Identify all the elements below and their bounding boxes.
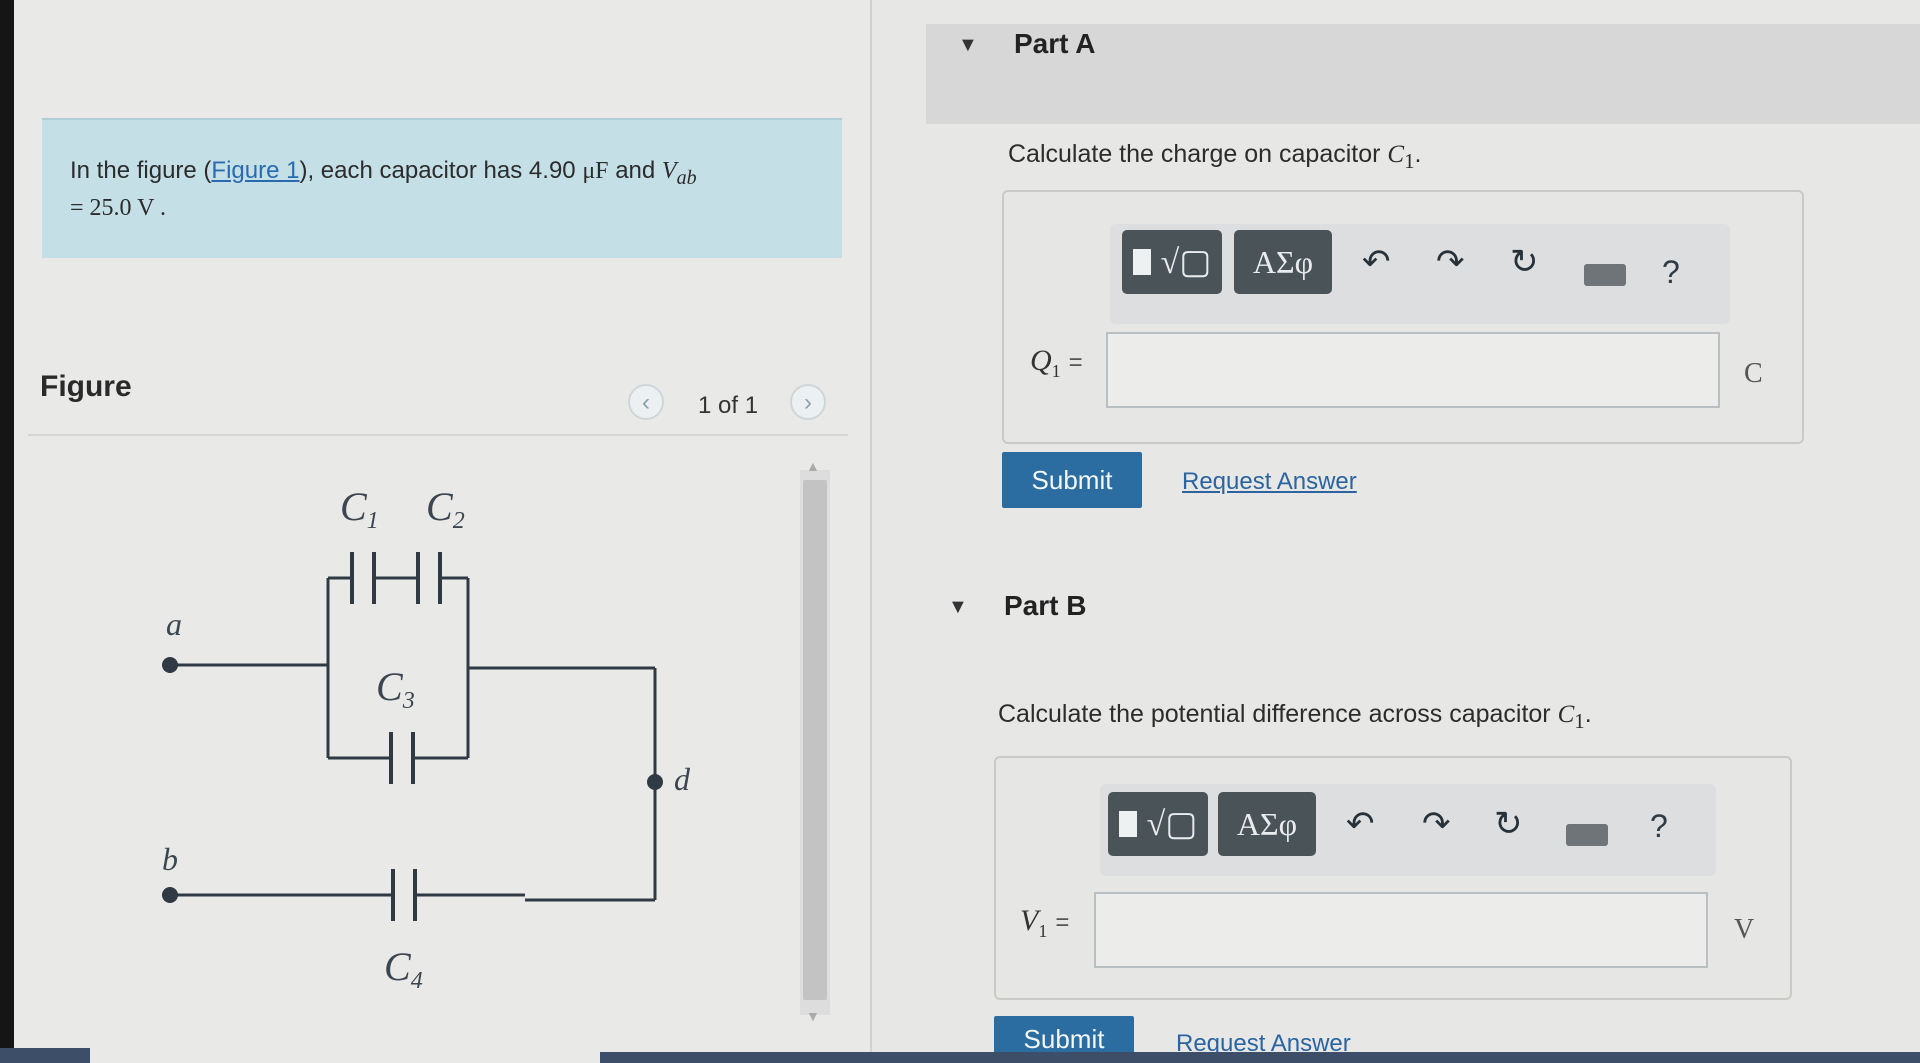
undo-icon[interactable]: ↶ <box>1362 242 1391 282</box>
block-icon <box>1132 249 1151 275</box>
undo-icon[interactable]: ↶ <box>1346 804 1375 844</box>
terminal-d <box>647 774 663 790</box>
terminal-a <box>162 657 178 673</box>
capacitor-plates <box>350 552 442 921</box>
chevron-left-icon: ‹ <box>642 389 650 416</box>
window-edge <box>0 0 14 1063</box>
redo-icon[interactable]: ↷ <box>1422 804 1451 844</box>
label-c2: C2 <box>426 484 465 534</box>
part-a-submit-button[interactable]: Submit <box>1002 452 1142 508</box>
figure-link[interactable]: Figure 1 <box>211 157 299 184</box>
block-icon <box>1118 811 1137 837</box>
keyboard-icon[interactable] <box>1566 824 1608 846</box>
part-a-variable-label: Q1 = <box>1030 344 1083 381</box>
figure-divider <box>28 434 848 436</box>
part-a-request-answer-link[interactable]: Request Answer <box>1182 468 1357 496</box>
greek-symbols-button[interactable]: ΑΣφ <box>1234 230 1332 294</box>
radical-icon: √▢ <box>1160 244 1212 281</box>
figure-scroll-thumb[interactable] <box>803 480 827 1000</box>
figure-prev-button[interactable]: ‹ <box>628 384 664 420</box>
templates-button[interactable]: √▢ <box>1108 792 1208 856</box>
part-b-title[interactable]: Part B <box>1004 590 1086 622</box>
problem-text-middle: ), each capacitor has 4.90 <box>299 157 583 184</box>
part-b-question: Calculate the potential difference acros… <box>998 700 1592 733</box>
label-c4: C4 <box>384 944 423 994</box>
label-d: d <box>674 761 690 797</box>
part-a-title[interactable]: Part A <box>1014 28 1095 60</box>
redo-icon[interactable]: ↷ <box>1436 242 1465 282</box>
part-a-answer-input[interactable] <box>1106 332 1720 408</box>
greek-symbols-button[interactable]: ΑΣφ <box>1218 792 1316 856</box>
voltage-value: = 25.0 V . <box>70 194 166 221</box>
taskbar <box>600 1052 1920 1063</box>
part-b-answer-input[interactable] <box>1094 892 1708 968</box>
reset-icon[interactable]: ↻ <box>1494 804 1523 844</box>
chevron-right-icon: › <box>804 389 812 416</box>
caret-down-icon[interactable]: ▼ <box>958 34 978 57</box>
label-b: b <box>162 841 178 877</box>
keyboard-icon[interactable] <box>1584 264 1626 286</box>
help-icon[interactable]: ? <box>1662 254 1680 291</box>
problem-statement: In the figure (Figure 1), each capacitor… <box>42 118 842 258</box>
radical-icon: √▢ <box>1146 806 1198 843</box>
part-a-question: Calculate the charge on capacitor C1. <box>1008 140 1422 173</box>
part-a-unit: C <box>1744 358 1763 389</box>
taskbar-left <box>0 1048 90 1063</box>
reset-icon[interactable]: ↻ <box>1510 242 1539 282</box>
terminal-b <box>162 887 178 903</box>
figure-next-button[interactable]: › <box>790 384 826 420</box>
problem-text-start: In the figure ( <box>70 157 212 184</box>
capacitance-unit: μF <box>582 158 609 184</box>
voltage-symbol: Vab <box>661 158 697 189</box>
help-icon[interactable]: ? <box>1650 808 1668 845</box>
problem-text-and: and <box>608 157 662 184</box>
label-a: a <box>166 606 182 642</box>
pane-divider <box>870 0 872 1063</box>
templates-button[interactable]: √▢ <box>1122 230 1222 294</box>
label-c1: C1 <box>340 484 379 534</box>
caret-down-icon[interactable]: ▼ <box>948 596 968 619</box>
figure-pager-count: 1 of 1 <box>698 392 759 419</box>
label-c3: C3 <box>376 664 415 714</box>
scroll-down-icon[interactable]: ▼ <box>806 1008 820 1024</box>
part-b-unit: V <box>1734 914 1755 945</box>
part-b-variable-label: V1 = <box>1020 904 1070 941</box>
figure-heading: Figure <box>40 370 132 403</box>
scroll-up-icon[interactable]: ▲ <box>806 458 820 474</box>
circuit-diagram: C1 C2 C3 C4 a b d <box>162 484 690 994</box>
